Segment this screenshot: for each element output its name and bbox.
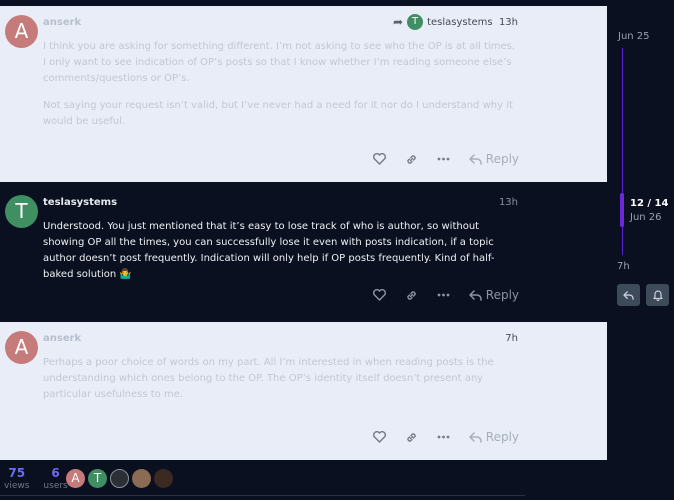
reply-icon bbox=[469, 289, 482, 301]
post-actions: Reply bbox=[372, 288, 519, 302]
post-time[interactable]: 13h bbox=[499, 17, 518, 28]
post-username[interactable]: teslasystems bbox=[43, 197, 117, 208]
bell-icon bbox=[652, 289, 663, 301]
participant-avatar[interactable] bbox=[110, 469, 129, 488]
copy-link-icon[interactable] bbox=[405, 153, 418, 166]
users-label: users bbox=[43, 481, 68, 491]
reply-arrow-icon: ➦ bbox=[393, 15, 404, 29]
users-stat: 6 users bbox=[43, 466, 67, 492]
post-2: T teslasystems 13h Understood. You just … bbox=[0, 186, 607, 318]
timeline-start-date[interactable]: Jun 25 bbox=[618, 31, 650, 42]
user-avatar[interactable]: A bbox=[5, 15, 38, 48]
more-actions-icon[interactable] bbox=[437, 289, 450, 302]
footer-divider bbox=[0, 495, 525, 496]
views-stat: 75 views bbox=[4, 466, 29, 492]
like-heart-icon[interactable] bbox=[372, 431, 386, 444]
reply-button[interactable]: Reply bbox=[469, 288, 519, 302]
users-count: 6 bbox=[51, 466, 60, 480]
post-username[interactable]: anserk bbox=[43, 17, 81, 28]
reply-button[interactable]: Reply bbox=[469, 430, 519, 444]
views-label: views bbox=[4, 481, 30, 491]
timeline-end-label[interactable]: 7h bbox=[617, 261, 630, 272]
reply-icon bbox=[469, 431, 482, 443]
user-avatar[interactable]: A bbox=[5, 331, 38, 364]
user-avatar[interactable]: T bbox=[5, 195, 38, 228]
copy-link-icon[interactable] bbox=[405, 289, 418, 302]
copy-link-icon[interactable] bbox=[405, 431, 418, 444]
post-paragraph: Understood. You just mentioned that it’s… bbox=[43, 221, 495, 280]
timeline-position-date: Jun 26 bbox=[630, 212, 662, 223]
reply-to-username: teslasystems bbox=[427, 16, 493, 28]
participant-avatar[interactable] bbox=[132, 469, 151, 488]
post-3: A anserk 7h Perhaps a poor choice of wor… bbox=[0, 322, 607, 460]
like-heart-icon[interactable] bbox=[372, 153, 386, 166]
reply-icon bbox=[623, 290, 634, 300]
reply-to-avatar: T bbox=[407, 14, 424, 30]
post-paragraph: I think you are asking for something dif… bbox=[43, 41, 516, 84]
post-time[interactable]: 13h bbox=[499, 197, 518, 208]
post-body: I think you are asking for something dif… bbox=[43, 39, 521, 141]
notifications-button[interactable] bbox=[646, 284, 669, 306]
post-actions: Reply bbox=[372, 152, 519, 166]
more-actions-icon[interactable] bbox=[437, 431, 450, 444]
reply-icon bbox=[469, 153, 482, 165]
reply-label: Reply bbox=[485, 152, 519, 166]
timeline-position: 12 / 14 bbox=[630, 198, 669, 209]
reply-to-indicator[interactable]: ➦ T teslasystems bbox=[393, 14, 493, 30]
like-heart-icon[interactable] bbox=[372, 289, 386, 302]
participant-avatar[interactable] bbox=[154, 469, 173, 488]
reply-label: Reply bbox=[485, 288, 519, 302]
participant-avatar[interactable]: T bbox=[88, 469, 107, 488]
post-actions: Reply bbox=[372, 430, 519, 444]
post-username[interactable]: anserk bbox=[43, 333, 81, 344]
post-time[interactable]: 7h bbox=[505, 333, 518, 344]
timeline-back-button[interactable] bbox=[617, 284, 640, 306]
post-paragraph: Not saying your request isn’t valid, but… bbox=[43, 100, 513, 127]
post-body: Perhaps a poor choice of words on my par… bbox=[43, 355, 521, 414]
timeline-handle[interactable] bbox=[620, 193, 624, 227]
reply-button[interactable]: Reply bbox=[469, 152, 519, 166]
topic-page: A anserk ➦ T teslasystems 13h I think yo… bbox=[0, 0, 674, 500]
topic-stats: 75 views 6 users bbox=[4, 466, 68, 492]
views-count: 75 bbox=[8, 466, 26, 480]
reply-label: Reply bbox=[485, 430, 519, 444]
participant-avatars: A T bbox=[66, 469, 173, 488]
post-paragraph: Perhaps a poor choice of words on my par… bbox=[43, 357, 494, 400]
post-1: A anserk ➦ T teslasystems 13h I think yo… bbox=[0, 6, 607, 182]
post-body: Understood. You just mentioned that it’s… bbox=[43, 219, 521, 294]
participant-avatar[interactable]: A bbox=[66, 469, 85, 488]
more-actions-icon[interactable] bbox=[437, 153, 450, 166]
